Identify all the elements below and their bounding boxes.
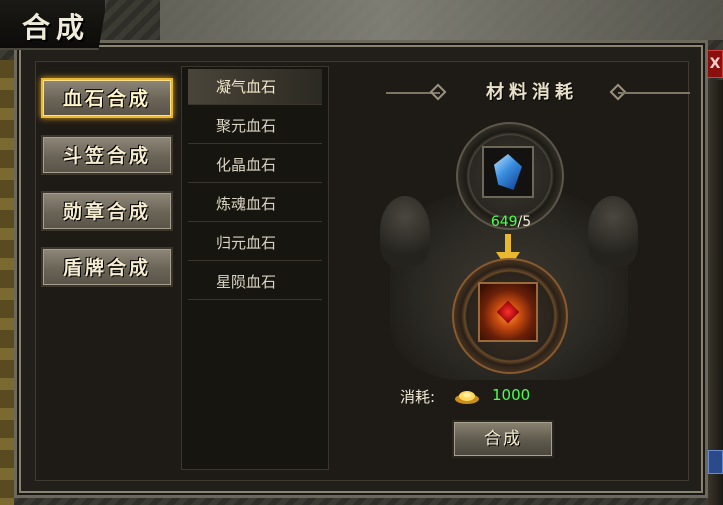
close-button[interactable]: X [707, 50, 723, 78]
materials-header: 材料消耗 [386, 78, 706, 106]
dragon-statue-left-icon [380, 196, 430, 266]
material-have: 649 [490, 214, 518, 230]
material-need: /5 [517, 214, 532, 230]
cost-label: 消耗: [400, 388, 436, 406]
materials-title: 材料消耗 [486, 82, 578, 103]
cost-value: 1000 [492, 386, 531, 404]
craft-button[interactable]: 合成 [452, 420, 554, 458]
item-list: 凝气血石 聚元血石 化晶血石 炼魂血石 归元血石 星陨血石 [181, 66, 329, 470]
category-hat[interactable]: 斗笠合成 [41, 135, 173, 175]
left-edge-decoration [0, 60, 14, 505]
list-item[interactable]: 凝气血石 [188, 69, 322, 105]
list-item[interactable]: 聚元血石 [188, 108, 322, 144]
list-item[interactable]: 化晶血石 [188, 147, 322, 183]
list-item[interactable]: 炼魂血石 [188, 186, 322, 222]
side-icon[interactable] [708, 450, 723, 474]
list-item[interactable]: 归元血石 [188, 225, 322, 261]
window-title: 合成 [22, 11, 91, 44]
category-medal[interactable]: 勋章合成 [41, 191, 173, 231]
ornament-icon [429, 83, 447, 101]
list-item[interactable]: 星陨血石 [188, 264, 322, 300]
header-divider-right [618, 92, 690, 94]
dragon-statue-right-icon [588, 196, 638, 266]
material-count: 649/5 [466, 214, 556, 230]
game-world-top [160, 0, 723, 40]
category-blood-stone[interactable]: 血石合成 [41, 78, 173, 118]
right-edge-decoration [708, 80, 723, 505]
category-shield[interactable]: 盾牌合成 [41, 247, 173, 287]
gold-ingot-icon [455, 391, 479, 404]
